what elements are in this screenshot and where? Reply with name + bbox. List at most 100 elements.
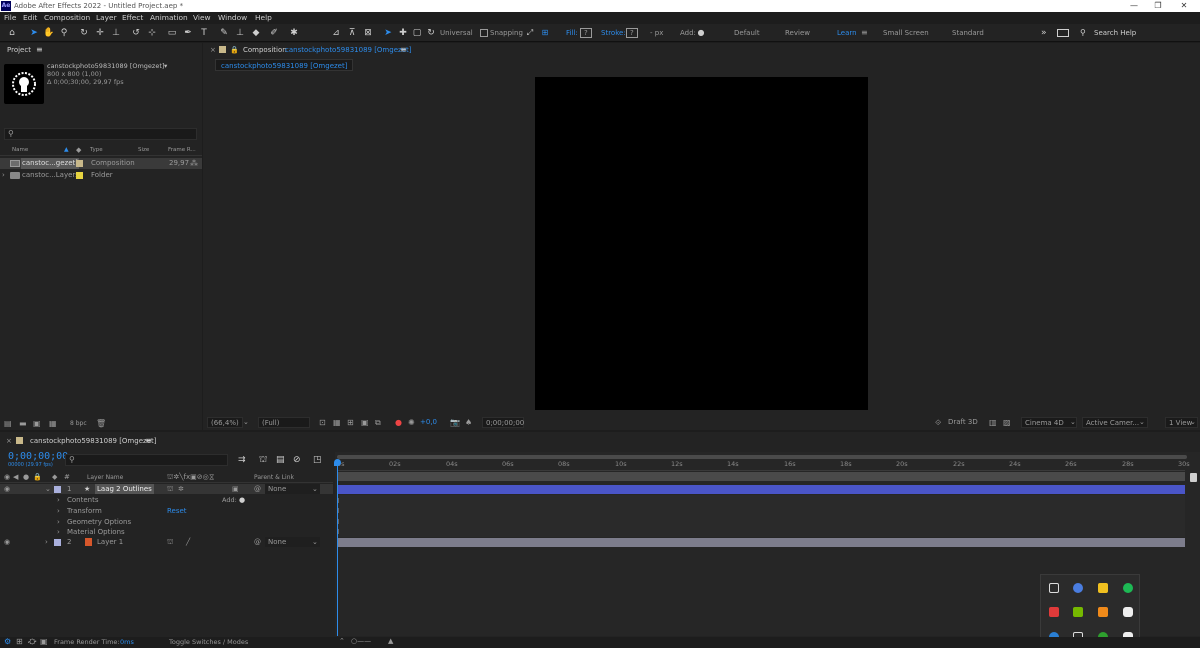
- expand-icon[interactable]: ⊞: [16, 637, 23, 646]
- zoom-tool-icon[interactable]: ⚲: [58, 27, 70, 39]
- nvidia-icon[interactable]: [1073, 607, 1083, 617]
- label-tag-icon[interactable]: ◆: [76, 146, 81, 154]
- work-area-bar[interactable]: [337, 455, 1187, 459]
- col-size[interactable]: Size: [138, 147, 149, 153]
- col-layer-name[interactable]: Layer Name: [87, 474, 123, 481]
- frame-blending-icon[interactable]: ▤: [276, 455, 285, 465]
- eye-icon[interactable]: ◉: [4, 473, 10, 481]
- sort-up-icon[interactable]: ▲: [64, 146, 69, 153]
- timeline-search-input[interactable]: ⚲: [65, 454, 228, 466]
- render-settings-icon[interactable]: ⚙: [4, 637, 11, 646]
- composition-canvas[interactable]: [535, 77, 868, 410]
- ground-plane-icon[interactable]: ▨: [1003, 417, 1011, 428]
- workspace-overflow-icon[interactable]: »: [1041, 28, 1047, 38]
- roto-brush-icon[interactable]: ✐: [268, 27, 280, 39]
- eye-icon[interactable]: ◉: [4, 537, 10, 547]
- col-type[interactable]: Type: [90, 147, 103, 153]
- layer-name[interactable]: Layer 1: [97, 537, 123, 547]
- snapping-checkbox[interactable]: [480, 29, 488, 37]
- pointer-3d-icon[interactable]: ➤: [382, 27, 394, 39]
- draft-3d-icon[interactable]: ⟐: [935, 417, 941, 428]
- search-help-input[interactable]: Search Help: [1094, 28, 1136, 38]
- layer-row-2[interactable]: ◉ › 2 Layer 1 ⛫ ╱ @ None ⌄: [0, 537, 333, 547]
- pick-whip-icon[interactable]: @: [254, 484, 261, 494]
- rectangle-tool-icon[interactable]: ▭: [166, 27, 178, 39]
- pan-camera-icon[interactable]: ✛: [94, 27, 106, 39]
- menu-layer[interactable]: Layer: [96, 13, 117, 23]
- menu-window[interactable]: Window: [218, 13, 247, 23]
- work-area-end-handle[interactable]: [1190, 473, 1197, 482]
- pick-whip-icon[interactable]: @: [254, 537, 261, 547]
- close-tab-icon[interactable]: ×: [6, 435, 12, 447]
- label-color-swatch[interactable]: [76, 160, 83, 167]
- menu-composition[interactable]: Composition: [44, 13, 90, 23]
- transparency-grid-icon[interactable]: ▦: [333, 417, 341, 428]
- renderer-dropdown[interactable]: Cinema 4D: [1021, 417, 1077, 428]
- workspace-small-screen[interactable]: Small Screen: [883, 28, 929, 38]
- color-channel-icon[interactable]: ●: [395, 417, 402, 428]
- transfer-icon[interactable]: ⛮: [28, 637, 36, 647]
- shy-layers-icon[interactable]: ⛫: [259, 455, 267, 466]
- col-name[interactable]: Name: [12, 147, 28, 153]
- mask-visibility-icon[interactable]: ▣: [361, 417, 369, 428]
- zoom-out-icon[interactable]: ⌃: [339, 637, 345, 645]
- microphone-icon[interactable]: [1123, 607, 1133, 617]
- shy-switch-icon[interactable]: ⛫: [167, 484, 173, 494]
- usb-device-icon[interactable]: [1049, 583, 1059, 593]
- chevron-down-icon[interactable]: ⌄: [312, 537, 318, 547]
- fill-label[interactable]: Fill:: [566, 28, 578, 38]
- layer-label-swatch[interactable]: [54, 486, 61, 493]
- info-icon[interactable]: ▣: [40, 637, 48, 646]
- chevron-down-icon[interactable]: ⌄: [312, 484, 318, 494]
- workspace-review[interactable]: Review: [785, 28, 810, 38]
- rotation-tool-icon[interactable]: ↺: [130, 27, 142, 39]
- audio-icon[interactable]: ◀: [13, 473, 18, 481]
- comp-name-title[interactable]: canstockphoto59831089 [Omgezet]: [285, 44, 411, 56]
- anchor-tool-icon[interactable]: ⊹: [146, 27, 158, 39]
- chevron-right-icon[interactable]: ›: [2, 170, 5, 181]
- bit-depth-label[interactable]: 8 bpc: [70, 420, 87, 427]
- fusion-icon[interactable]: [1098, 607, 1108, 617]
- interpret-footage-icon[interactable]: ▤: [4, 419, 12, 428]
- exposure-icon[interactable]: ✺: [408, 417, 415, 428]
- stroke-label[interactable]: Stroke:: [601, 28, 626, 38]
- zoom-in-icon[interactable]: ▲: [388, 637, 393, 645]
- playhead-handle[interactable]: [334, 459, 341, 466]
- menu-help[interactable]: Help: [255, 13, 272, 23]
- project-panel-title[interactable]: Project: [7, 44, 31, 56]
- stroke-swatch[interactable]: ?: [626, 28, 638, 38]
- exposure-value[interactable]: +0,0: [420, 417, 437, 428]
- scale-3d-icon[interactable]: ▢: [411, 27, 423, 39]
- col-parent-link[interactable]: Parent & Link: [254, 474, 294, 481]
- timeline-tab-title[interactable]: canstockphoto59831089 [Omgezet]: [30, 435, 156, 447]
- chevron-right-icon[interactable]: ›: [57, 495, 60, 505]
- current-time-display[interactable]: 0;00;00;00: [482, 417, 524, 428]
- draft-3d-label[interactable]: Draft 3D: [948, 417, 978, 428]
- move-3d-icon[interactable]: ✚: [397, 27, 409, 39]
- solo-icon[interactable]: ●: [23, 473, 29, 481]
- menu-animation[interactable]: Animation: [150, 13, 188, 23]
- type-tool-icon[interactable]: T: [198, 27, 210, 39]
- zoom-slider[interactable]: ○——: [351, 637, 371, 645]
- fill-swatch[interactable]: ?: [580, 28, 592, 38]
- axis-world-icon[interactable]: ⊼: [346, 27, 358, 39]
- comp-viewer-tab[interactable]: canstockphoto59831089 [Omgezet]: [215, 59, 354, 71]
- shy-switch-icon[interactable]: ⛫: [167, 537, 173, 547]
- pen-tool-icon[interactable]: ✒: [182, 27, 194, 39]
- adjustment-icon[interactable]: ▣: [232, 484, 239, 494]
- snapping-label[interactable]: Snapping: [490, 28, 523, 38]
- chevron-down-icon[interactable]: ⌄: [45, 484, 51, 494]
- guides-icon[interactable]: ⊞: [347, 417, 354, 428]
- align-icon[interactable]: ⊿: [330, 27, 342, 39]
- chevron-right-icon[interactable]: ›: [57, 517, 60, 527]
- timeline-timecode[interactable]: 0;00;00;00: [8, 451, 68, 462]
- chevron-right-icon[interactable]: ›: [57, 506, 60, 516]
- reset-link[interactable]: Reset: [167, 506, 187, 516]
- app-tray-icon[interactable]: [1049, 607, 1059, 617]
- collapse-switch-icon[interactable]: ✲: [178, 484, 184, 494]
- menu-edit[interactable]: Edit: [23, 13, 37, 23]
- workspace-learn[interactable]: Learn: [837, 28, 857, 38]
- workspace-menu-icon[interactable]: ≡: [861, 28, 868, 38]
- hand-tool-icon[interactable]: ✋: [43, 27, 55, 39]
- lock-icon[interactable]: 🔒: [33, 473, 42, 481]
